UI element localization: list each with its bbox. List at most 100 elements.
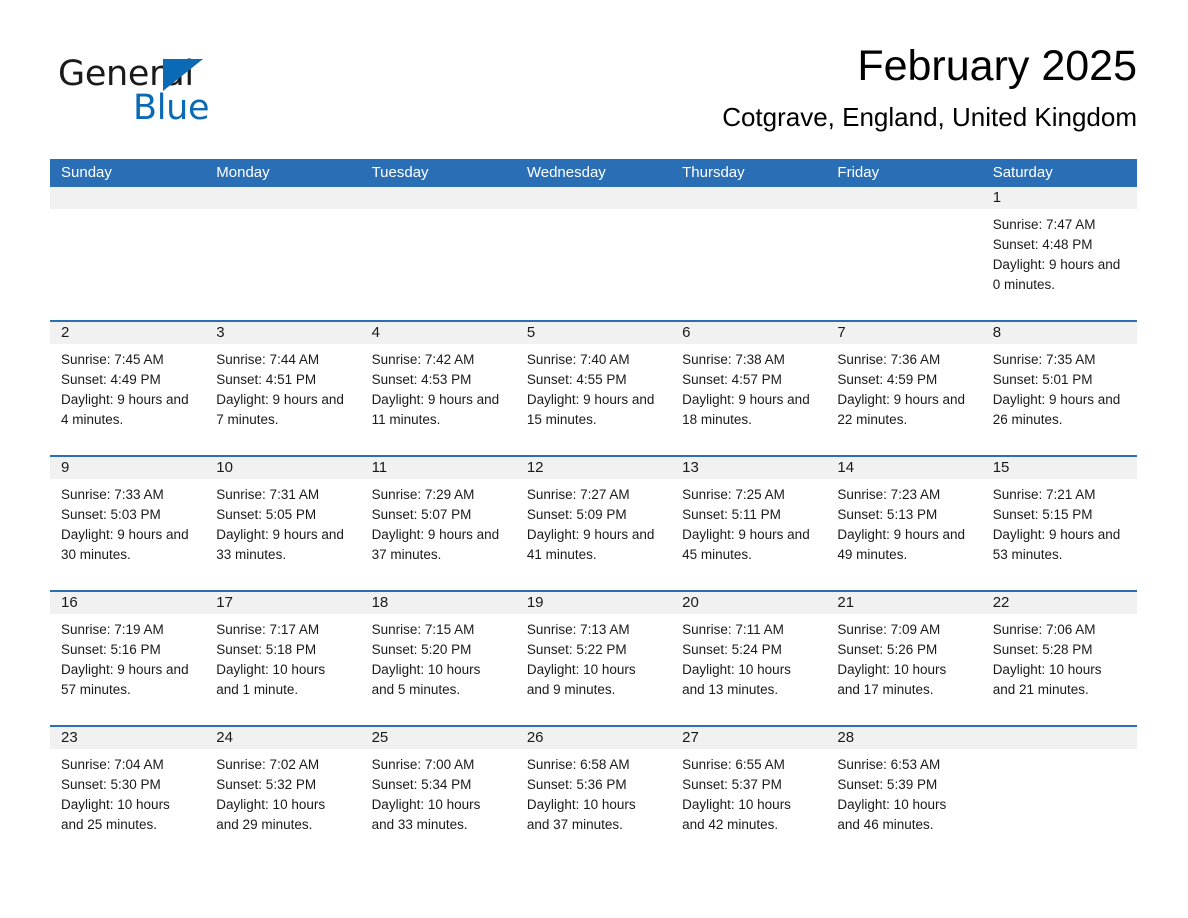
sunset-text: Sunset: 4:59 PM [837,372,938,387]
day-cell[interactable]: 18 Sunrise: 7:15 AM Sunset: 5:20 PM Dayl… [360,592,516,725]
day-number: 8 [992,324,1002,341]
day-cell[interactable]: 20 Sunrise: 7:11 AM Sunset: 5:24 PM Dayl… [671,592,827,725]
day-cell[interactable]: 4 Sunrise: 7:42 AM Sunset: 4:53 PM Dayli… [360,322,516,455]
sunrise-text: Sunrise: 7:25 AM [682,487,785,502]
weekday-header-row: Sunday Monday Tuesday Wednesday Thursday… [50,159,1137,187]
day-cell[interactable]: 3 Sunrise: 7:44 AM Sunset: 4:51 PM Dayli… [205,322,361,455]
daylight-text: Daylight: 10 hours and 37 minutes. [526,797,636,832]
generalblue-logo[interactable]: General Blue [58,54,308,134]
day-cell[interactable]: 2 Sunrise: 7:45 AM Sunset: 4:49 PM Dayli… [50,322,206,455]
day-number: 25 [371,729,389,746]
sunset-text: Sunset: 5:26 PM [837,642,938,657]
daylight-text: Daylight: 9 hours and 57 minutes. [61,662,189,697]
week-row: 2 Sunrise: 7:45 AM Sunset: 4:49 PM Dayli… [50,320,1137,455]
day-number [361,189,372,206]
sunrise-text: Sunrise: 6:53 AM [837,757,941,772]
day-cell[interactable]: 13 Sunrise: 7:25 AM Sunset: 5:11 PM Dayl… [671,457,827,590]
page-subtitle: Cotgrave, England, United Kingdom [722,102,1137,132]
daylight-text: Daylight: 10 hours and 46 minutes. [837,797,947,832]
sunrise-text: Sunrise: 7:27 AM [526,487,630,502]
day-number [205,189,216,206]
day-cell[interactable]: 10 Sunrise: 7:31 AM Sunset: 5:05 PM Dayl… [205,457,361,590]
sunrise-text: Sunrise: 7:02 AM [216,757,320,772]
daylight-text: Daylight: 9 hours and 4 minutes. [61,392,189,427]
day-number: 15 [992,459,1010,476]
day-cell[interactable]: 6 Sunrise: 7:38 AM Sunset: 4:57 PM Dayli… [671,322,827,455]
day-cell[interactable]: 28 Sunrise: 6:53 AM Sunset: 5:39 PM Dayl… [826,727,982,846]
sunrise-text: Sunrise: 7:09 AM [837,622,941,637]
day-cell[interactable]: 11 Sunrise: 7:29 AM Sunset: 5:07 PM Dayl… [360,457,516,590]
day-number: 28 [837,729,855,746]
day-number: 24 [216,729,233,746]
day-cell[interactable]: 5 Sunrise: 7:40 AM Sunset: 4:55 PM Dayli… [515,322,672,455]
day-cell[interactable]: 1 Sunrise: 7:47 AM Sunset: 4:48 PM Dayli… [981,187,1137,320]
daylight-text: Daylight: 9 hours and 22 minutes. [837,392,965,427]
day-cell[interactable]: 25 Sunrise: 7:00 AM Sunset: 5:34 PM Dayl… [360,727,516,846]
day-number [516,189,527,206]
weekday-header-saturday: Saturday [992,164,1053,181]
daylight-text: Daylight: 9 hours and 0 minutes. [992,257,1121,292]
day-cell[interactable]: 12 Sunrise: 7:27 AM Sunset: 5:09 PM Dayl… [515,457,672,590]
sunset-text: Sunset: 5:24 PM [682,642,782,657]
sunset-text: Sunset: 4:51 PM [216,372,317,387]
day-cell [981,727,1137,846]
day-cell[interactable]: 26 Sunrise: 6:58 AM Sunset: 5:36 PM Dayl… [515,727,672,846]
daylight-text: Daylight: 9 hours and 11 minutes. [371,392,500,427]
day-number: 23 [61,729,78,746]
day-cell[interactable]: 19 Sunrise: 7:13 AM Sunset: 5:22 PM Dayl… [515,592,672,725]
day-cell[interactable]: 23 Sunrise: 7:04 AM Sunset: 5:30 PM Dayl… [50,727,206,846]
day-number: 10 [216,459,233,476]
daylight-text: Daylight: 9 hours and 49 minutes. [837,527,965,562]
day-cell[interactable]: 7 Sunrise: 7:36 AM Sunset: 4:59 PM Dayli… [826,322,982,455]
sunrise-text: Sunrise: 7:44 AM [216,352,320,367]
sunset-text: Sunset: 5:16 PM [61,642,161,657]
daylight-text: Daylight: 9 hours and 33 minutes. [216,527,344,562]
sunset-text: Sunset: 5:03 PM [61,507,161,522]
daylight-text: Daylight: 10 hours and 13 minutes. [682,662,791,697]
day-cell[interactable]: 9 Sunrise: 7:33 AM Sunset: 5:03 PM Dayli… [50,457,206,590]
day-cell[interactable]: 16 Sunrise: 7:19 AM Sunset: 5:16 PM Dayl… [50,592,206,725]
daylight-text: Daylight: 9 hours and 53 minutes. [992,527,1121,562]
calendar-table: Sunday Monday Tuesday Wednesday Thursday… [50,159,1137,846]
day-number [826,189,837,206]
day-cell[interactable]: 15 Sunrise: 7:21 AM Sunset: 5:15 PM Dayl… [981,457,1137,590]
day-number [671,189,682,206]
day-cell[interactable]: 24 Sunrise: 7:02 AM Sunset: 5:32 PM Dayl… [205,727,361,846]
day-number: 21 [837,594,855,611]
sunrise-text: Sunrise: 7:06 AM [992,622,1096,637]
sunset-text: Sunset: 5:39 PM [837,777,938,792]
sunset-text: Sunset: 4:49 PM [61,372,161,387]
sunset-text: Sunset: 5:15 PM [992,507,1093,522]
page-header: General Blue February 2025 Cotgrave, Eng… [50,40,1137,145]
day-number: 2 [61,324,70,341]
daylight-text: Daylight: 10 hours and 1 minute. [216,662,326,697]
day-number [982,729,993,746]
sunrise-text: Sunrise: 7:17 AM [216,622,320,637]
sunrise-text: Sunrise: 7:31 AM [216,487,320,502]
sunrise-text: Sunrise: 7:15 AM [371,622,475,637]
day-number: 7 [837,324,846,341]
day-cell[interactable]: 8 Sunrise: 7:35 AM Sunset: 5:01 PM Dayli… [981,322,1137,455]
sunset-text: Sunset: 4:57 PM [682,372,782,387]
sunrise-text: Sunrise: 7:47 AM [992,217,1096,232]
sunrise-text: Sunrise: 6:58 AM [526,757,630,772]
daylight-text: Daylight: 10 hours and 21 minutes. [992,662,1102,697]
sunrise-text: Sunrise: 7:38 AM [682,352,785,367]
daylight-text: Daylight: 9 hours and 18 minutes. [682,392,810,427]
daylight-text: Daylight: 10 hours and 33 minutes. [371,797,481,832]
sunset-text: Sunset: 5:13 PM [837,507,938,522]
sunrise-text: Sunrise: 7:21 AM [992,487,1096,502]
week-row: 23 Sunrise: 7:04 AM Sunset: 5:30 PM Dayl… [50,725,1137,846]
day-cell[interactable]: 17 Sunrise: 7:17 AM Sunset: 5:18 PM Dayl… [205,592,361,725]
day-cell[interactable]: 21 Sunrise: 7:09 AM Sunset: 5:26 PM Dayl… [826,592,982,725]
sunrise-text: Sunrise: 7:11 AM [682,622,784,637]
day-cell[interactable]: 22 Sunrise: 7:06 AM Sunset: 5:28 PM Dayl… [981,592,1137,725]
daylight-text: Daylight: 9 hours and 45 minutes. [682,527,810,562]
day-cell[interactable]: 27 Sunrise: 6:55 AM Sunset: 5:37 PM Dayl… [671,727,827,846]
weekday-header-monday: Monday [216,164,270,181]
sunset-text: Sunset: 5:11 PM [682,507,781,522]
week-row: 16 Sunrise: 7:19 AM Sunset: 5:16 PM Dayl… [50,590,1137,725]
week-row: 9 Sunrise: 7:33 AM Sunset: 5:03 PM Dayli… [50,455,1137,590]
sunset-text: Sunset: 5:22 PM [526,642,627,657]
day-cell[interactable]: 14 Sunrise: 7:23 AM Sunset: 5:13 PM Dayl… [826,457,982,590]
